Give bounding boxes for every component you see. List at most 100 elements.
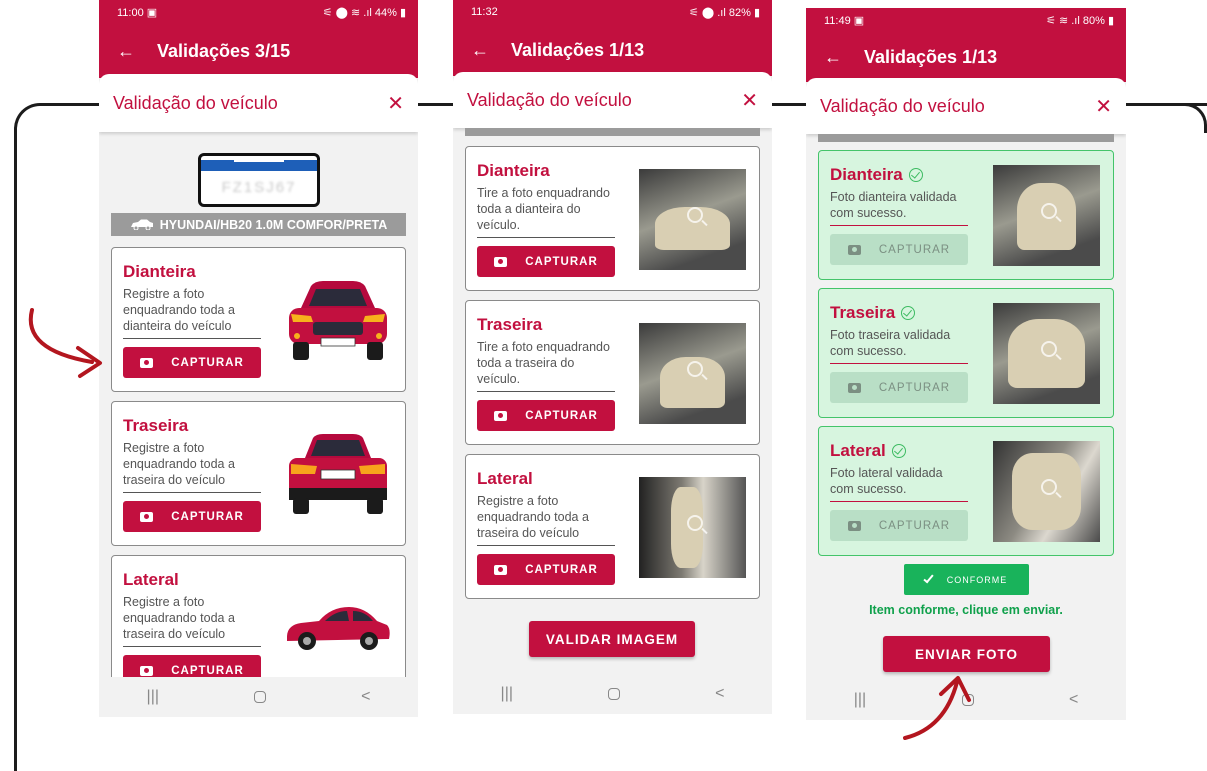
conforme-badge[interactable]: CONFORME [904, 564, 1029, 595]
card-title: Lateral [477, 469, 533, 488]
vehicle-photo[interactable] [993, 303, 1100, 404]
camera-icon [494, 564, 508, 575]
camera-icon [140, 511, 154, 522]
scroll-strip [818, 134, 1114, 142]
card-title: Dianteira [123, 262, 196, 281]
status-bar: 11:49 ▣ ⚟ ≋ .ıl 80% ▮ [806, 8, 1126, 32]
card-description: Foto traseira validada com sucesso. [830, 327, 968, 364]
card-traseira: Traseira Registre a foto enquadrando tod… [111, 401, 406, 546]
page-title: Validações 1/13 [511, 39, 645, 60]
car-side-illustration [287, 607, 390, 650]
card-lateral: Lateral Registre a foto enquadrando toda… [111, 555, 406, 695]
camera-icon [494, 410, 508, 421]
recents-icon[interactable]: ||| [147, 688, 159, 706]
nav-back-icon[interactable]: < [1069, 691, 1078, 709]
app-bar: ← Validações 1/13 [453, 24, 772, 76]
card-title: Lateral [830, 441, 906, 461]
check-icon [923, 572, 934, 584]
camera-icon [847, 244, 861, 255]
vehicle-model: HYUNDAI/HB20 1.0M COMFOR/PRETA [159, 217, 388, 232]
capture-button[interactable]: CAPTURAR [477, 246, 615, 277]
back-arrow-icon[interactable]: ← [471, 40, 489, 61]
zoom-icon [687, 515, 704, 532]
sheet-title: Validação do veículo [113, 92, 278, 113]
capture-button[interactable]: CAPTURAR [830, 510, 968, 541]
card-description: Registre a foto enquadrando toda a trase… [477, 493, 615, 546]
car-rear-illustration [289, 434, 387, 514]
card-title: Traseira [123, 416, 189, 435]
zoom-icon [1041, 479, 1058, 496]
recents-icon[interactable]: ||| [854, 691, 866, 709]
card-dianteira: Dianteira Tire a foto enquadrando toda a… [465, 146, 760, 291]
check-circle-icon [891, 444, 906, 458]
card-title: Dianteira [830, 165, 923, 185]
card-description: Foto lateral validada com sucesso. [830, 465, 968, 502]
vehicle-photo[interactable] [639, 477, 746, 578]
camera-icon [140, 665, 154, 676]
check-circle-icon [901, 306, 916, 320]
conforme-message: Item conforme, clique em enviar. [869, 603, 1063, 617]
camera-icon [494, 256, 508, 267]
send-photo-button[interactable]: ENVIAR FOTO [883, 636, 1050, 672]
capture-button[interactable]: CAPTURAR [830, 372, 968, 403]
status-bar: 11:32 ⚟ ⬤ .ıl 82% ▮ [453, 0, 772, 24]
card-lateral: Lateral Registre a foto enquadrando toda… [465, 454, 760, 599]
close-icon[interactable]: ✕ [387, 91, 404, 116]
card-title: Lateral [123, 570, 179, 589]
card-description: Registre a foto enquadrando toda a diant… [123, 286, 261, 339]
page-title: Validações 1/13 [864, 46, 998, 67]
zoom-icon [687, 207, 704, 224]
car-icon [130, 219, 153, 230]
zoom-icon [687, 361, 704, 378]
status-icons: ⚟ ⬤ ≋ .ıl 44% ▮ [322, 6, 406, 19]
nav-back-icon[interactable]: < [361, 688, 370, 706]
capture-button[interactable]: CAPTURAR [123, 501, 261, 532]
recents-icon[interactable]: ||| [501, 685, 513, 703]
sheet-title: Validação do veículo [467, 89, 632, 110]
back-arrow-icon[interactable]: ← [824, 47, 842, 68]
card-description: Tire a foto enquadrando toda a traseira … [477, 339, 615, 392]
vehicle-photo[interactable] [639, 323, 746, 424]
status-time: 11:00 ▣ [117, 6, 158, 19]
system-nav-bar: ||| < [453, 674, 772, 714]
phone-screen-2: 11:32 ⚟ ⬤ .ıl 82% ▮ ← Validações 1/13 Va… [453, 0, 772, 714]
close-icon[interactable]: ✕ [1095, 94, 1112, 119]
card-description: Foto dianteira validada com sucesso. [830, 189, 968, 226]
phone-screen-1: 11:00 ▣ ⚟ ⬤ ≋ .ıl 44% ▮ ← Validações 3/1… [99, 0, 418, 717]
validate-image-button[interactable]: VALIDAR IMAGEM [529, 621, 695, 657]
zoom-icon [1041, 341, 1058, 358]
sheet-header: Validação do veículo ✕ [99, 74, 418, 132]
check-circle-icon [908, 168, 923, 182]
card-traseira: Traseira Tire a foto enquadrando toda a … [465, 300, 760, 445]
app-bar: ← Validações 1/13 [806, 32, 1126, 82]
camera-icon [140, 357, 154, 368]
card-traseira: Traseira Foto traseira validada com suce… [818, 288, 1114, 418]
phone-screen-3: 11:49 ▣ ⚟ ≋ .ıl 80% ▮ ← Validações 1/13 … [806, 8, 1126, 720]
sheet-title: Validação do veículo [820, 95, 985, 116]
vehicle-photo[interactable] [639, 169, 746, 270]
home-icon[interactable] [608, 688, 621, 700]
nav-back-icon[interactable]: < [715, 685, 724, 703]
close-icon[interactable]: ✕ [741, 88, 758, 113]
card-description: Tire a foto enquadrando toda a dianteira… [477, 185, 615, 238]
scroll-strip [465, 128, 760, 136]
card-description: Registre a foto enquadrando toda a trase… [123, 594, 261, 647]
vehicle-model-bar: HYUNDAI/HB20 1.0M COMFOR/PRETA [111, 213, 406, 236]
license-plate: FZ1SJ67 [198, 153, 320, 207]
card-dianteira: Dianteira Foto dianteira validada com su… [818, 150, 1114, 280]
vehicle-photo[interactable] [993, 441, 1100, 542]
capture-button[interactable]: CAPTURAR [477, 554, 615, 585]
zoom-icon [1041, 203, 1058, 220]
back-arrow-icon[interactable]: ← [117, 41, 135, 62]
plate-number: FZ1SJ67 [221, 179, 297, 196]
page-title: Validações 3/15 [157, 40, 291, 61]
home-icon[interactable] [254, 691, 267, 703]
capture-button[interactable]: CAPTURAR [477, 400, 615, 431]
status-icons: ⚟ ⬤ .ıl 82% ▮ [688, 6, 760, 19]
camera-icon [847, 520, 861, 531]
capture-button[interactable]: CAPTURAR [830, 234, 968, 265]
vehicle-photo[interactable] [993, 165, 1100, 266]
card-dianteira: Dianteira Registre a foto enquadrando to… [111, 247, 406, 392]
status-time: 11:32 [471, 6, 498, 18]
capture-button[interactable]: CAPTURAR [123, 347, 261, 378]
